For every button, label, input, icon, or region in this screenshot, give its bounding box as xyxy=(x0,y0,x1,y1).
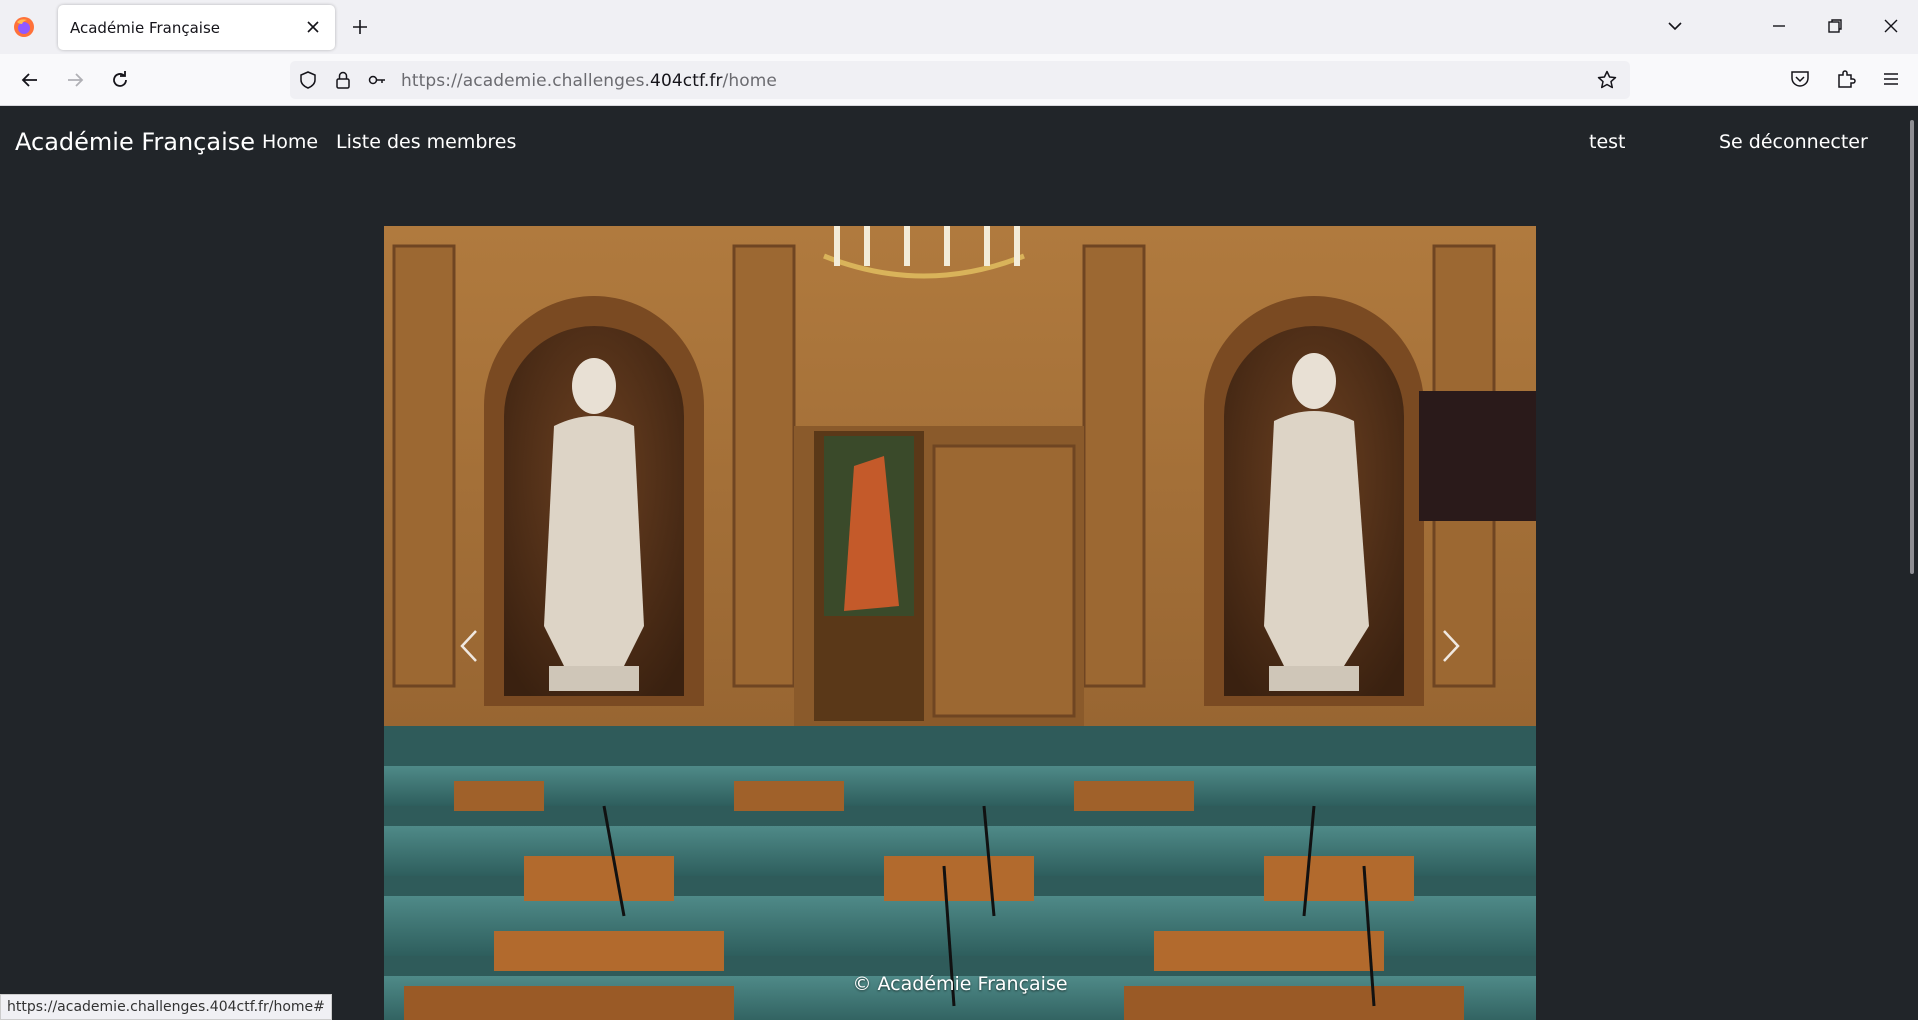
scrollbar-thumb[interactable] xyxy=(1910,120,1914,574)
site-navbar: Académie Française Home Liste des membre… xyxy=(0,106,1906,180)
window-close-icon[interactable] xyxy=(1879,14,1903,38)
status-bar-url: https://academie.challenges.404ctf.fr/ho… xyxy=(0,994,332,1020)
lock-icon[interactable] xyxy=(333,70,353,90)
arrow-right-icon[interactable] xyxy=(61,66,89,94)
nav-link-members[interactable]: Liste des membres xyxy=(336,131,516,153)
page-content: Académie Française Home Liste des membre… xyxy=(0,106,1906,1020)
site-brand-link[interactable]: Académie Française xyxy=(15,128,255,156)
carousel-caption: © Académie Française xyxy=(852,973,1068,995)
arrow-left-icon[interactable] xyxy=(16,66,44,94)
carousel-image xyxy=(384,226,1536,1020)
chevron-down-icon[interactable] xyxy=(1663,14,1687,38)
restore-icon[interactable] xyxy=(1823,14,1847,38)
browser-tab-strip: Académie Française xyxy=(0,0,1918,54)
chevron-left-icon[interactable] xyxy=(450,621,490,671)
url-domain: 404ctf.fr xyxy=(650,71,723,91)
nav-link-home[interactable]: Home xyxy=(262,131,318,153)
url-bar[interactable]: https://academie.challenges.404ctf.fr/ho… xyxy=(290,61,1630,99)
close-icon[interactable] xyxy=(301,15,325,39)
puzzle-icon[interactable] xyxy=(1835,68,1857,90)
minimize-icon[interactable] xyxy=(1767,14,1791,38)
browser-tab-active[interactable]: Académie Française xyxy=(58,5,335,50)
hamburger-icon[interactable] xyxy=(1880,68,1902,90)
chevron-right-icon[interactable] xyxy=(1430,621,1470,671)
browser-toolbar: https://academie.challenges.404ctf.fr/ho… xyxy=(0,54,1918,106)
plus-icon[interactable] xyxy=(348,15,372,39)
url-text[interactable]: https://academie.challenges.404ctf.fr/ho… xyxy=(401,71,777,91)
nav-link-user[interactable]: test xyxy=(1589,131,1626,153)
url-path: /home xyxy=(722,71,777,91)
firefox-logo-icon xyxy=(14,17,34,37)
nav-link-logout[interactable]: Se déconnecter xyxy=(1719,131,1868,153)
image-carousel: © Académie Française xyxy=(384,226,1536,1020)
page-scrollbar[interactable] xyxy=(1906,106,1918,1020)
url-prefix: https://academie.challenges. xyxy=(401,71,651,91)
tab-title: Académie Française xyxy=(70,19,221,37)
star-icon[interactable] xyxy=(1596,69,1618,91)
shield-icon[interactable] xyxy=(298,70,318,90)
pocket-icon[interactable] xyxy=(1789,68,1811,90)
key-icon[interactable] xyxy=(367,70,387,90)
reload-icon[interactable] xyxy=(106,66,134,94)
